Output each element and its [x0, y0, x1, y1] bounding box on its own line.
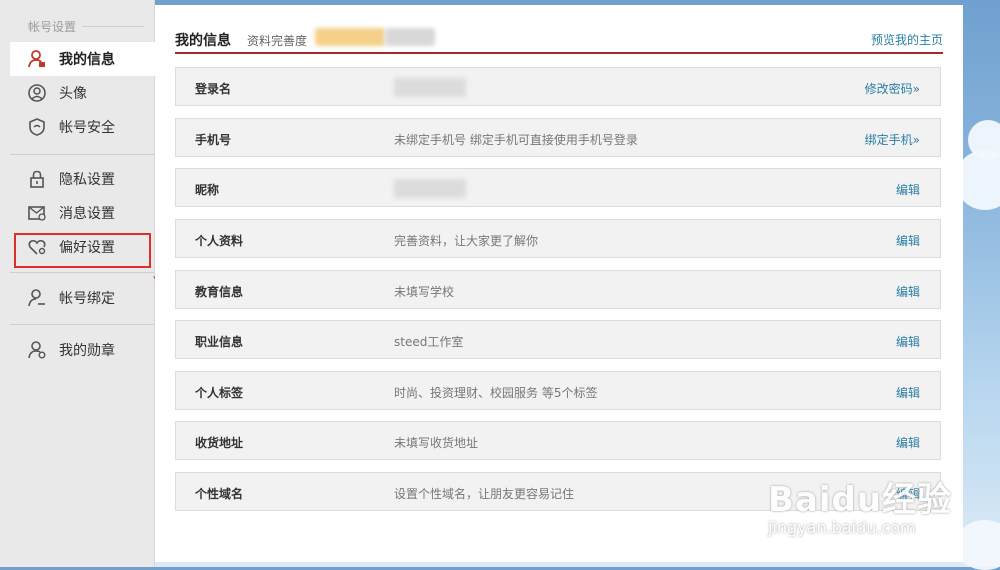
info-row-login-name: 登录名 修改密码» [175, 67, 941, 106]
redacted-value [394, 179, 466, 198]
edit-tags-link[interactable]: 编辑 [896, 384, 920, 401]
annotation-highlight-box [14, 233, 151, 268]
sidebar-item-label: 消息设置 [59, 206, 115, 222]
row-value: 时尚、投资理财、校园服务 等5个标签 [394, 386, 598, 400]
row-label: 收货地址 [195, 436, 244, 450]
sidebar-item-avatar[interactable]: 头像 [10, 76, 155, 110]
info-row-phone: 手机号 未绑定手机号 绑定手机可直接使用手机号登录 绑定手机» [175, 118, 941, 157]
row-label: 手机号 [195, 133, 232, 147]
watermark-url: jingyan.baidu.com [768, 518, 916, 537]
edit-career-link[interactable]: 编辑 [896, 333, 920, 350]
page-title: 我的信息 [175, 33, 231, 49]
sidebar-item-label: 帐号绑定 [59, 291, 115, 307]
sidebar-item-label: 隐私设置 [59, 172, 115, 188]
redacted-value [394, 78, 466, 97]
sidebar-item-medals[interactable]: 我的勋章 [10, 333, 155, 367]
message-icon [27, 203, 47, 223]
lock-icon [27, 169, 47, 189]
edit-profile-link[interactable]: 编辑 [896, 232, 920, 249]
sidebar-section-title: 帐号设置 [12, 18, 154, 34]
completeness-bar-redacted [315, 28, 385, 46]
row-label: 登录名 [195, 82, 232, 96]
info-row-education: 教育信息 未填写学校 编辑 [175, 270, 941, 309]
completeness-bar-redacted [385, 28, 435, 46]
row-value: 未填写学校 [394, 285, 455, 299]
edit-address-link[interactable]: 编辑 [896, 434, 920, 451]
row-label: 个性域名 [195, 487, 244, 501]
row-value: 设置个性域名，让朋友更容易记住 [394, 487, 575, 501]
avatar-icon [27, 83, 47, 103]
profile-completeness-label: 资料完善度 [247, 34, 308, 48]
bind-phone-link[interactable]: 绑定手机» [865, 131, 920, 148]
row-label: 昵称 [195, 183, 220, 197]
sidebar-item-label: 帐号安全 [59, 120, 115, 136]
row-label: 教育信息 [195, 285, 244, 299]
info-row-nickname: 昵称 编辑 [175, 168, 941, 207]
user-icon [27, 49, 47, 69]
settings-sidebar: 帐号设置 我的信息 头像 帐号安全 隐私设置 消息设置 偏好设置 帐号绑定 我的… [0, 0, 155, 567]
info-row-tags: 个人标签 时尚、投资理财、校园服务 等5个标签 编辑 [175, 371, 941, 410]
watermark-logo: Baidu经验 [768, 480, 953, 520]
info-row-profile: 个人资料 完善资料，让大家更了解你 编辑 [175, 219, 941, 258]
baidu-jingyan-watermark: Baidu经验 jingyan.baidu.com [768, 452, 968, 552]
user-link-icon [27, 288, 47, 308]
shield-icon [27, 117, 47, 137]
sidebar-item-account-binding[interactable]: 帐号绑定 [10, 281, 155, 315]
page-header: 我的信息 资料完善度 预览我的主页 [175, 20, 943, 54]
medal-icon [27, 340, 47, 360]
sidebar-item-my-info[interactable]: 我的信息 [10, 42, 155, 76]
row-label: 个人资料 [195, 234, 244, 248]
sidebar-item-label: 头像 [59, 86, 87, 102]
row-label: 个人标签 [195, 386, 244, 400]
sidebar-item-messages[interactable]: 消息设置 [10, 196, 155, 230]
preview-homepage-link[interactable]: 预览我的主页 [871, 31, 943, 48]
sidebar-item-security[interactable]: 帐号安全 [10, 110, 155, 144]
row-value: 完善资料，让大家更了解你 [394, 234, 539, 248]
sidebar-divider [10, 154, 154, 155]
edit-education-link[interactable]: 编辑 [896, 283, 920, 300]
edit-nickname-link[interactable]: 编辑 [896, 181, 920, 198]
row-label: 职业信息 [195, 335, 244, 349]
sidebar-item-privacy[interactable]: 隐私设置 [10, 162, 155, 196]
change-password-link[interactable]: 修改密码» [865, 80, 920, 97]
sidebar-divider [10, 324, 154, 325]
sidebar-divider [10, 272, 154, 273]
row-value: 未填写收货地址 [394, 436, 479, 450]
info-row-career: 职业信息 steed工作室 编辑 [175, 320, 941, 359]
sidebar-item-label: 我的信息 [59, 52, 115, 68]
sidebar-item-label: 我的勋章 [59, 343, 115, 359]
row-value: steed工作室 [394, 335, 464, 349]
cloud-decoration [968, 120, 1000, 160]
row-value: 未绑定手机号 绑定手机可直接使用手机号登录 [394, 133, 638, 147]
